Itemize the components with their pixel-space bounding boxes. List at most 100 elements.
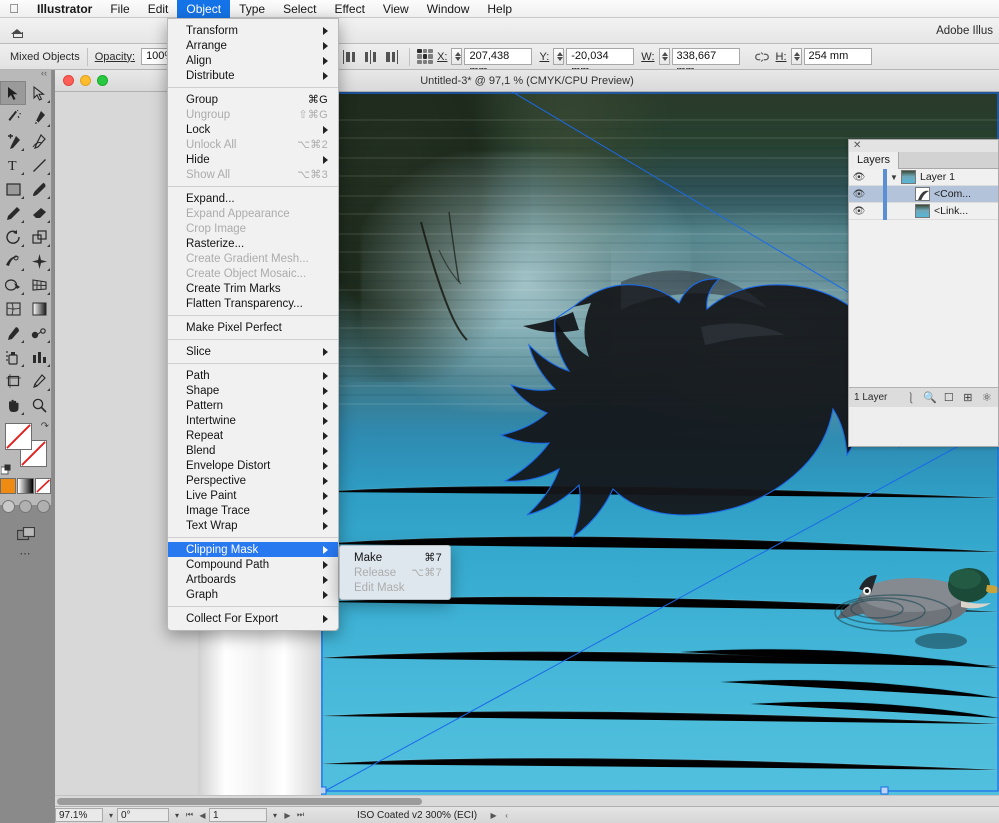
artboard-number-input[interactable]: 1	[209, 808, 267, 822]
make-clipping-mask-icon[interactable]: ☐	[939, 391, 958, 404]
scrollbar-thumb[interactable]	[57, 798, 422, 805]
swap-fill-stroke-icon[interactable]: ↷	[41, 421, 49, 432]
rectangle-tool[interactable]	[0, 177, 26, 201]
menu-item-image-trace[interactable]: Image Trace	[168, 503, 338, 518]
menu-effect[interactable]: Effect	[325, 0, 373, 18]
shape-builder-tool[interactable]	[0, 273, 26, 297]
menu-view[interactable]: View	[374, 0, 418, 18]
direct-selection-tool[interactable]	[26, 81, 52, 105]
curvature-tool[interactable]	[26, 129, 52, 153]
zoom-tool[interactable]	[26, 393, 52, 417]
menu-item-hide[interactable]: Hide	[168, 152, 338, 167]
symbol-sprayer-tool[interactable]	[0, 345, 26, 369]
scale-tool[interactable]	[26, 225, 52, 249]
y-stepper[interactable]	[553, 48, 565, 65]
free-transform-tool[interactable]	[26, 249, 52, 273]
distribute-center-icon[interactable]	[362, 48, 379, 66]
menu-item-perspective[interactable]: Perspective	[168, 473, 338, 488]
home-button[interactable]	[0, 18, 34, 44]
artboard-dropdown-chevron-icon[interactable]: ▾	[269, 811, 281, 820]
menu-item-expand[interactable]: Expand...	[168, 191, 338, 206]
menu-edit[interactable]: Edit	[139, 0, 178, 18]
draw-inside-button[interactable]	[36, 500, 50, 513]
last-artboard-icon[interactable]: ⏭	[294, 810, 307, 820]
artboard-tool[interactable]	[0, 369, 26, 393]
reference-point-grid-icon[interactable]	[417, 48, 434, 65]
add-anchor-point-tool[interactable]	[0, 129, 26, 153]
visibility-toggle-icon[interactable]: 👁	[849, 206, 869, 217]
line-segment-tool[interactable]	[26, 153, 52, 177]
chevron-down-icon[interactable]: ▼	[887, 173, 901, 182]
apple-menu-icon[interactable]: 	[0, 2, 28, 15]
default-fill-stroke-icon[interactable]	[0, 464, 12, 475]
perspective-grid-tool[interactable]	[26, 273, 52, 297]
menu-item-text-wrap[interactable]: Text Wrap	[168, 518, 338, 533]
rotate-view-input[interactable]: 0°	[117, 808, 169, 822]
mesh-tool[interactable]	[0, 297, 26, 321]
menu-item-intertwine[interactable]: Intertwine	[168, 413, 338, 428]
w-stepper[interactable]	[658, 48, 670, 65]
next-artboard-icon[interactable]: ▶	[281, 811, 294, 820]
menu-item-blend[interactable]: Blend	[168, 443, 338, 458]
menu-item-group[interactable]: Group ⌘G	[168, 92, 338, 107]
zoom-level-input[interactable]: 97.1%	[55, 808, 103, 822]
zoom-button[interactable]	[97, 75, 108, 86]
menu-item-rasterize[interactable]: Rasterize...	[168, 236, 338, 251]
previous-artboard-icon[interactable]: ◀	[196, 811, 209, 820]
broken-link-icon[interactable]	[753, 50, 771, 64]
distribute-right-icon[interactable]	[383, 48, 400, 66]
pencil-tool[interactable]	[0, 201, 26, 225]
selection-tool[interactable]	[0, 81, 26, 105]
menu-item-make-pixel-perfect[interactable]: Make Pixel Perfect	[168, 320, 338, 335]
draw-behind-button[interactable]	[19, 500, 33, 513]
horizontal-scrollbar[interactable]	[55, 795, 999, 806]
menu-item-flatten-transparency[interactable]: Flatten Transparency...	[168, 296, 338, 311]
menu-item-lock[interactable]: Lock	[168, 122, 338, 137]
rotate-tool[interactable]	[0, 225, 26, 249]
menu-item-distribute[interactable]: Distribute	[168, 68, 338, 83]
menu-item-clipping-mask[interactable]: Clipping Mask	[168, 542, 338, 557]
tab-layers[interactable]: Layers	[849, 152, 900, 169]
paintbrush-tool[interactable]	[26, 177, 52, 201]
menu-item-pattern[interactable]: Pattern	[168, 398, 338, 413]
pen-tool[interactable]	[26, 105, 52, 129]
x-stepper[interactable]	[451, 48, 463, 65]
zoom-dropdown-chevron-icon[interactable]: ▾	[105, 811, 117, 820]
menu-item-envelope-distort[interactable]: Envelope Distort	[168, 458, 338, 473]
layer-name[interactable]: <Com...	[934, 188, 971, 200]
slice-tool[interactable]	[26, 369, 52, 393]
x-input[interactable]: 207,438 mm	[464, 48, 533, 69]
create-new-layer-icon[interactable]: ⚛	[977, 391, 996, 404]
gradient-tool[interactable]	[26, 297, 52, 321]
edit-toolbar-button[interactable]: ⋯	[0, 547, 52, 565]
menu-help[interactable]: Help	[478, 0, 521, 18]
menu-item-slice[interactable]: Slice	[168, 344, 338, 359]
y-input[interactable]: -20,034 mm	[566, 48, 635, 69]
menu-item-compound-path[interactable]: Compound Path	[168, 557, 338, 572]
close-panel-icon[interactable]: ✕	[853, 140, 861, 151]
fill-swatch[interactable]	[5, 423, 32, 450]
color-swatch-button[interactable]	[0, 478, 17, 494]
menu-item-repeat[interactable]: Repeat	[168, 428, 338, 443]
width-tool[interactable]	[0, 249, 26, 273]
none-button[interactable]	[34, 478, 51, 494]
menu-item-transform[interactable]: Transform	[168, 23, 338, 38]
status-resize-icon[interactable]: ‹	[500, 811, 513, 820]
first-artboard-icon[interactable]: ⏮	[183, 810, 196, 820]
menu-item-artboards[interactable]: Artboards	[168, 572, 338, 587]
opacity-label[interactable]: Opacity:	[95, 51, 135, 63]
menu-item-live-paint[interactable]: Live Paint	[168, 488, 338, 503]
menu-item-align[interactable]: Align	[168, 53, 338, 68]
menu-illustrator[interactable]: Illustrator	[28, 0, 101, 18]
draw-normal-button[interactable]	[2, 500, 16, 513]
magic-wand-tool[interactable]	[0, 105, 26, 129]
menu-item-graph[interactable]: Graph	[168, 587, 338, 602]
minimize-button[interactable]	[80, 75, 91, 86]
w-input[interactable]: 338,667 mm	[671, 48, 740, 69]
blend-tool[interactable]	[26, 321, 52, 345]
rotate-dropdown-chevron-icon[interactable]: ▾	[171, 811, 183, 820]
menu-object[interactable]: Object	[177, 0, 231, 18]
menu-window[interactable]: Window	[418, 0, 479, 18]
close-button[interactable]	[63, 75, 74, 86]
menu-file[interactable]: File	[101, 0, 138, 18]
